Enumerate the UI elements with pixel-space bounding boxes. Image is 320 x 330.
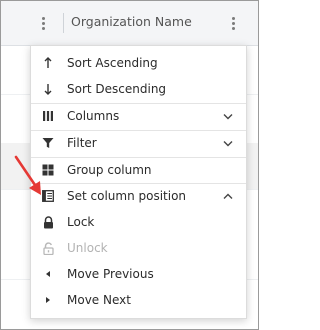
menu-item-label: Group column xyxy=(67,163,152,177)
organization-name-menu-button[interactable] xyxy=(225,11,241,35)
column-separator[interactable] xyxy=(63,13,64,33)
menu-item-move-next[interactable]: Move Next xyxy=(31,287,246,313)
menu-item-lock[interactable]: Lock xyxy=(31,209,246,235)
menu-item-group-column[interactable]: Group column xyxy=(31,157,246,183)
menu-item-label: Sort Ascending xyxy=(67,56,158,70)
menu-item-sort-descending[interactable]: Sort Descending xyxy=(31,76,246,102)
menu-item-unlock[interactable]: Unlock xyxy=(31,235,246,261)
menu-item-label: Unlock xyxy=(67,241,108,255)
chevron-up-icon xyxy=(222,190,234,202)
annotation-arrow-icon xyxy=(14,155,41,195)
menu-item-label: Sort Descending xyxy=(67,82,167,96)
caret-left-icon xyxy=(40,266,56,282)
arrow-down-icon xyxy=(40,81,56,97)
menu-item-sort-ascending[interactable]: Sort Ascending xyxy=(31,50,246,76)
column-menu: Sort Ascending Sort Descending Columns F… xyxy=(30,45,247,319)
grid-screenshot-frame: Organization Name Sort Ascending Sort De… xyxy=(0,0,259,330)
menu-item-label: Lock xyxy=(67,215,95,229)
menu-item-label: Move Next xyxy=(67,293,131,307)
menu-item-move-previous[interactable]: Move Previous xyxy=(31,261,246,287)
menu-item-set-column-position[interactable]: Set column position xyxy=(31,183,246,209)
caret-right-icon xyxy=(40,292,56,308)
chevron-down-icon xyxy=(222,110,234,122)
lock-icon xyxy=(40,214,56,230)
menu-item-filter[interactable]: Filter xyxy=(31,130,246,156)
arrow-up-icon xyxy=(40,55,56,71)
unlock-icon xyxy=(40,240,56,256)
filter-icon xyxy=(40,135,56,151)
vertical-dots-icon xyxy=(225,11,241,35)
column-menu-button[interactable] xyxy=(35,11,51,35)
grid-header: Organization Name xyxy=(1,1,258,46)
column-header-organization-name[interactable]: Organization Name xyxy=(71,14,192,29)
menu-item-label: Move Previous xyxy=(67,267,154,281)
columns-icon xyxy=(40,108,56,124)
chevron-down-icon xyxy=(222,137,234,149)
vertical-dots-icon xyxy=(35,11,51,35)
menu-item-label: Columns xyxy=(67,109,120,123)
menu-item-label: Filter xyxy=(67,136,97,150)
menu-item-columns[interactable]: Columns xyxy=(31,103,246,129)
menu-item-label: Set column position xyxy=(67,189,187,203)
